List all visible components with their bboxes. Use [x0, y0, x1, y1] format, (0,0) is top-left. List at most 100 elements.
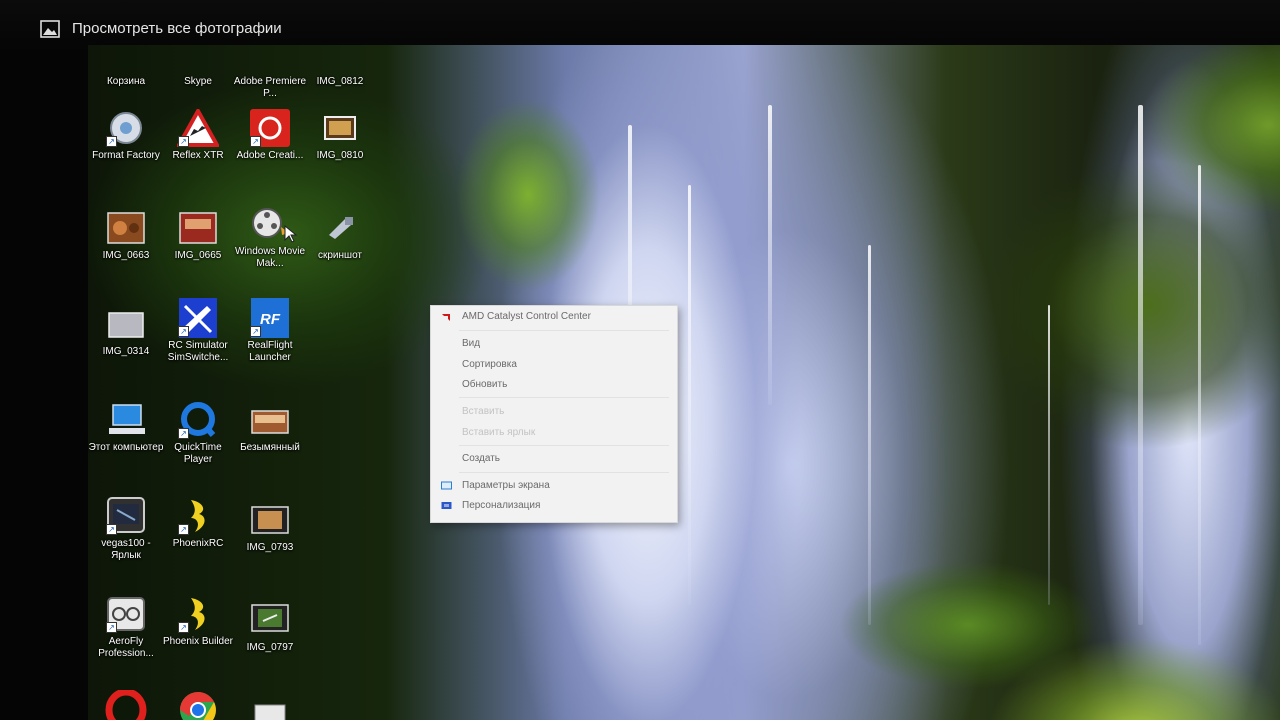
desktop-icon-label: IMG_0797: [246, 642, 294, 653]
menu-item-create[interactable]: Создать: [431, 450, 677, 468]
image-file-icon: [318, 45, 362, 73]
menu-item-label: Параметры экрана: [462, 480, 550, 491]
desktop-icon-label: Phoenix Builder: [162, 636, 234, 647]
desktop-icon-label: PhoenixRC: [172, 538, 224, 549]
menu-item-label: Создать: [462, 453, 501, 464]
desktop-icon-img-0812[interactable]: IMG_0812: [302, 45, 378, 88]
phoenix-icon: ↗: [176, 497, 220, 535]
desktop-icon-untitled[interactable]: Безымянный: [232, 401, 308, 454]
desktop-icon-label: Windows Movie Mak...: [234, 246, 306, 269]
menu-separator: [459, 330, 669, 331]
desktop-icon-label: IMG_0665: [174, 250, 222, 261]
menu-item-label: Персонализация: [462, 500, 541, 511]
chrome-icon: [176, 691, 220, 720]
desktop-icon-chrome[interactable]: [160, 691, 236, 720]
wallpaper-streak: [1198, 165, 1201, 645]
wallpaper-streak: [688, 185, 691, 605]
personalization-icon: [441, 502, 452, 509]
desktop-icon-quicktime-player[interactable]: ↗ QuickTime Player: [160, 401, 236, 466]
menu-item-label: Вставить: [462, 406, 505, 417]
shortcut-arrow-icon: ↗: [106, 524, 117, 535]
menu-item-paste-shortcut: Вставить ярлык: [431, 424, 677, 442]
desktop-icon-aerofly[interactable]: ↗ AeroFly Profession...: [88, 595, 164, 660]
phoenix-icon: ↗: [176, 595, 220, 633]
wallpaper-streak: [1138, 105, 1143, 625]
menu-item-label: Обновить: [462, 379, 508, 390]
menu-separator: [459, 397, 669, 398]
skype-icon: [176, 45, 220, 73]
desktop-icon-label: RealFlight Launcher: [247, 340, 293, 363]
desktop-icon-label: Adobe Creati...: [236, 150, 304, 161]
shortcut-arrow-icon: ↗: [178, 428, 189, 439]
wallpaper-streak: [768, 105, 772, 405]
menu-item-refresh[interactable]: Обновить: [431, 376, 677, 394]
shortcut-arrow-icon: ↗: [250, 136, 261, 147]
desktop-icon-document[interactable]: [232, 695, 308, 720]
desktop-icon-reflex-xtr[interactable]: ↗ Reflex XTR: [160, 109, 236, 162]
desktop-icon-label: Skype: [184, 76, 212, 87]
screenshot-file-icon: [318, 209, 362, 247]
shortcut-arrow-icon: ↗: [178, 136, 189, 147]
wallpaper-streak: [868, 245, 871, 625]
photos-app-icon: [40, 20, 60, 38]
menu-separator: [459, 445, 669, 446]
desktop-icon-label: IMG_0812: [316, 76, 364, 87]
desktop-icon-img-0793[interactable]: IMG_0793: [232, 501, 308, 554]
desktop-icon-recycle-bin[interactable]: Корзина: [88, 45, 164, 88]
document-file-icon: [248, 695, 292, 720]
desktop-icon-label: Adobe Premiere P...: [233, 76, 307, 99]
rc-simulator-icon: ↗: [176, 298, 220, 338]
desktop-icon-opera[interactable]: [88, 690, 164, 720]
reflex-xtr-icon: ↗: [176, 109, 220, 147]
wallpaper-streak: [1048, 305, 1050, 605]
desktop-icon-phoenix-builder[interactable]: ↗ Phoenix Builder: [160, 595, 236, 648]
menu-item-label: AMD Catalyst Control Center: [462, 311, 591, 322]
display-settings-icon: [441, 481, 452, 490]
desktop-icon-img-0314[interactable]: IMG_0314: [88, 305, 164, 358]
creative-cloud-icon: ↗: [248, 109, 292, 147]
shortcut-arrow-icon: ↗: [106, 136, 117, 147]
shortcut-arrow-icon: ↗: [178, 622, 189, 633]
desktop-icon-label: Корзина: [106, 76, 146, 87]
desktop-icon-label: IMG_0793: [246, 542, 294, 553]
desktop-context-menu: AMD Catalyst Control Center Вид Сортиров…: [430, 305, 678, 523]
desktop-icon-img-0797[interactable]: IMG_0797: [232, 601, 308, 654]
opera-icon: [104, 690, 148, 720]
image-file-icon: [248, 401, 292, 439]
desktop-icon-label: RC Simulator SimSwitche...: [167, 340, 229, 363]
desktop-icon-format-factory[interactable]: ↗ Format Factory: [88, 109, 164, 162]
menu-item-view[interactable]: Вид: [431, 335, 677, 353]
vegas-icon: ↗: [104, 497, 148, 535]
desktop-icon-img-0663[interactable]: IMG_0663: [88, 209, 164, 262]
image-file-icon: [104, 209, 148, 247]
menu-item-amd-catalyst[interactable]: AMD Catalyst Control Center: [431, 308, 677, 326]
menu-item-display-settings[interactable]: Параметры экрана: [431, 477, 677, 495]
desktop[interactable]: Корзина Skype Adobe Premiere P... IMG_08…: [88, 45, 1280, 720]
desktop-icon-rc-simulator[interactable]: ↗ RC Simulator SimSwitche...: [160, 298, 236, 364]
realflight-icon: RF ↗: [248, 298, 292, 338]
amd-icon: [442, 314, 450, 321]
desktop-icon-realflight-launcher[interactable]: RF ↗ RealFlight Launcher: [232, 298, 308, 364]
see-all-photos-link[interactable]: Просмотреть все фотографии: [72, 20, 282, 37]
desktop-icon-label: IMG_0663: [102, 250, 150, 261]
desktop-icon-skype[interactable]: Skype: [160, 45, 236, 88]
desktop-icon-label: QuickTime Player: [174, 442, 222, 465]
desktop-icon-img-0810[interactable]: IMG_0810: [302, 109, 378, 162]
video-file-icon: [248, 501, 292, 539]
desktop-icon-screenshot[interactable]: скриншот: [302, 209, 378, 262]
desktop-icon-premiere[interactable]: Adobe Premiere P...: [232, 45, 308, 100]
desktop-icon-label: IMG_0810: [316, 150, 364, 161]
desktop-icon-this-computer[interactable]: Этот компьютер: [88, 401, 164, 454]
desktop-icon-label: Этот компьютер: [88, 442, 164, 453]
menu-item-sort[interactable]: Сортировка: [431, 356, 677, 374]
desktop-icon-img-0665[interactable]: IMG_0665: [160, 209, 236, 262]
desktop-icon-adobe-creative-cloud[interactable]: ↗ Adobe Creati...: [232, 109, 308, 162]
video-file-icon: [248, 601, 292, 639]
desktop-icon-phoenixrc[interactable]: ↗ PhoenixRC: [160, 497, 236, 550]
menu-item-personalization[interactable]: Персонализация: [431, 497, 677, 515]
desktop-icon-vegas[interactable]: ↗ vegas100 - Ярлык: [88, 497, 164, 562]
premiere-icon: [248, 45, 292, 73]
format-factory-icon: ↗: [104, 109, 148, 147]
menu-item-label: Вид: [462, 338, 481, 349]
shortcut-arrow-icon: ↗: [106, 622, 117, 633]
